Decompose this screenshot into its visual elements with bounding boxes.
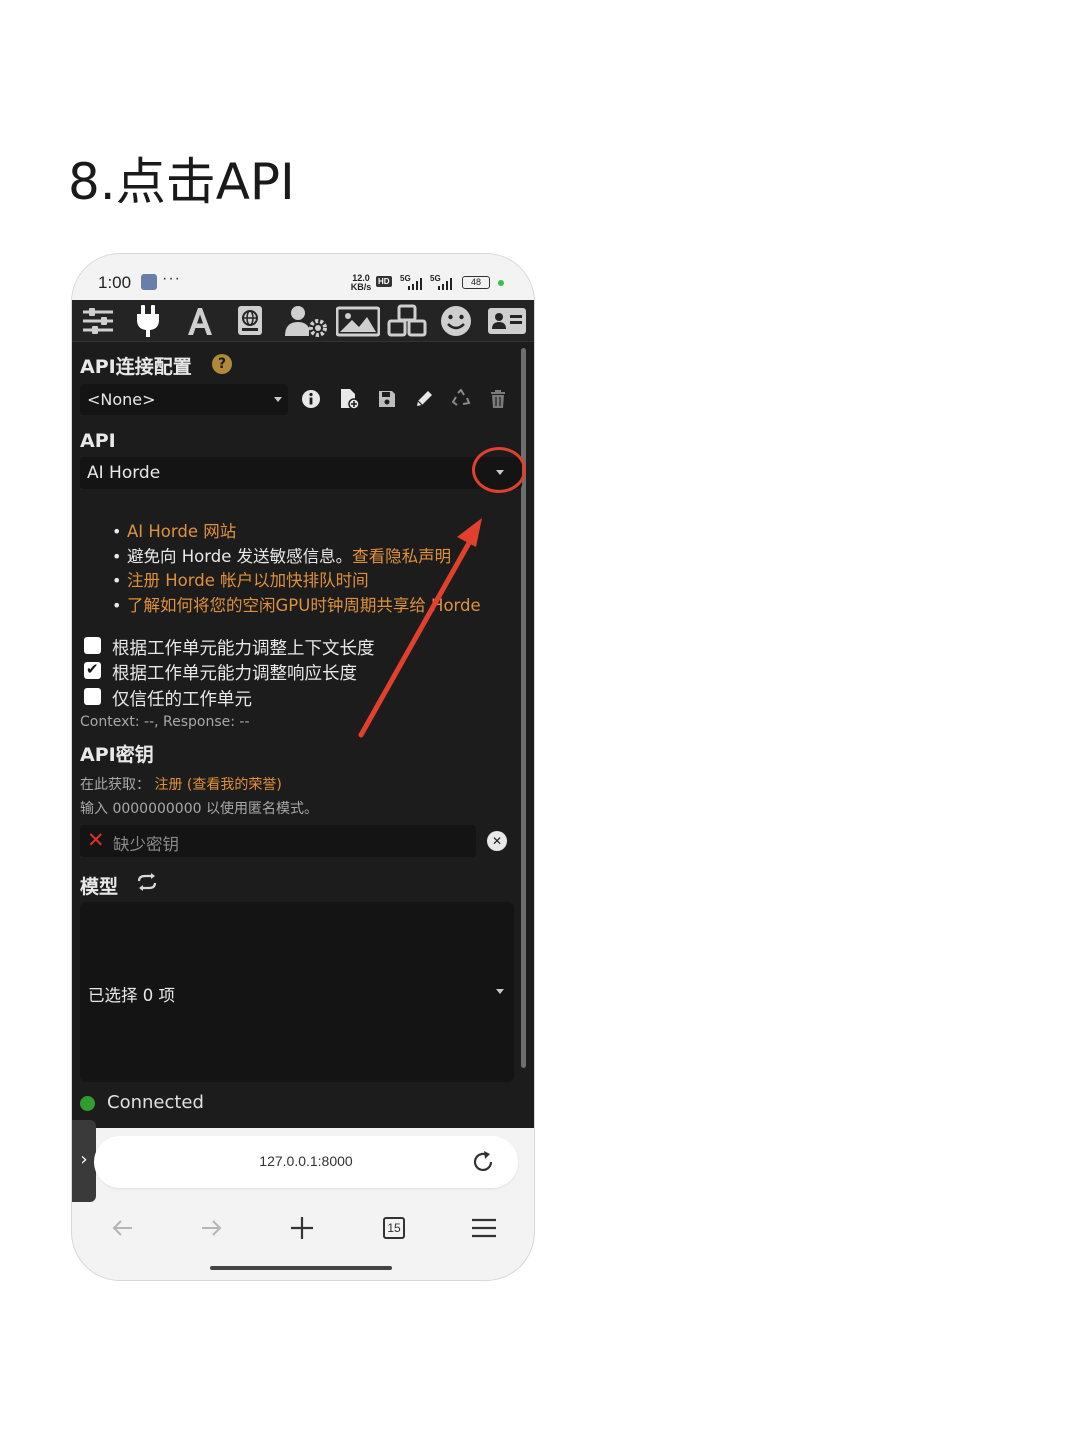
smiley-icon[interactable] — [438, 303, 474, 339]
api-title: API — [80, 430, 116, 452]
user-gear-icon[interactable] — [284, 303, 328, 339]
list-item: 避免向 Horde 发送敏感信息。查看隐私声明 — [112, 545, 481, 570]
privacy-warning: 避免向 Horde 发送敏感信息。 — [127, 546, 353, 566]
status-dot — [80, 1096, 95, 1111]
file-plus-icon — [341, 389, 360, 410]
api-select-value: AI Horde — [87, 463, 161, 483]
api-key-placeholder: 缺少密钥 — [113, 835, 179, 854]
api-profile-value: <None> — [87, 390, 156, 409]
floppy-icon — [379, 391, 395, 407]
url-text: 127.0.0.1:8000 — [259, 1153, 353, 1169]
phone-screenshot: 1:00 ··· 12.0 KB/s HD 5G 5G 48 API连接配置 ?… — [72, 254, 534, 1280]
obtain-key-line: 在此获取： 注册 (查看我的荣誉) — [80, 777, 282, 793]
checkbox-box[interactable] — [84, 688, 101, 705]
anonymous-hint: 输入 0000000000 以使用匿名模式。 — [80, 801, 318, 817]
more-notifications-icon: ··· — [162, 270, 181, 287]
book-globe-icon[interactable] — [232, 303, 268, 339]
register-account-link[interactable]: 注册 Horde 帐户以加快排队时间 — [127, 571, 369, 590]
tab-count: 15 — [383, 1217, 405, 1239]
hd-badge: HD — [376, 276, 392, 287]
signal-icon-2 — [438, 278, 454, 290]
models-title: 模型 — [80, 876, 119, 898]
register-link[interactable]: 注册 — [154, 777, 182, 793]
privacy-dot — [498, 280, 504, 286]
status-time: 1:00 — [98, 273, 132, 292]
new-tab-plus-icon[interactable] — [284, 1210, 320, 1246]
checkbox-label: 仅信任的工作单元 — [112, 690, 252, 710]
cubes-icon[interactable] — [386, 303, 428, 339]
share-gpu-link[interactable]: 了解如何将您的空闲GPU时钟周期共享给 Horde — [127, 596, 481, 615]
forward-arrow-icon[interactable] — [194, 1210, 230, 1246]
save-button[interactable] — [372, 384, 402, 414]
status-bar: 1:00 ··· 12.0 KB/s HD 5G 5G 48 — [72, 254, 534, 300]
help-icon[interactable]: ? — [212, 354, 232, 374]
trash-icon — [491, 390, 505, 408]
id-card-icon[interactable] — [486, 303, 528, 339]
refresh-icon — [137, 873, 157, 891]
new-file-button[interactable] — [334, 384, 364, 414]
tabs-button[interactable]: 15 — [376, 1210, 412, 1246]
signal-icon — [408, 278, 424, 290]
list-item: AI Horde 网站 — [112, 520, 481, 545]
checkbox-box-checked[interactable] — [84, 660, 101, 679]
browser-navbar: 15 — [72, 1206, 534, 1250]
clear-key-button[interactable]: ✕ — [487, 831, 507, 851]
privacy-policy-link[interactable]: 查看隐私声明 — [352, 547, 451, 566]
top-toolbar — [72, 300, 534, 342]
models-selected-count: 已选择 0 项 — [88, 986, 175, 1005]
connection-status-text: Connected — [107, 1092, 204, 1113]
checkbox-label: 根据工作单元能力调整响应长度 — [112, 664, 357, 684]
list-item: 了解如何将您的空闲GPU时钟周期共享给 Horde — [112, 594, 481, 619]
list-item: 注册 Horde 帐户以加快排队时间 — [112, 569, 481, 594]
chevron-down-icon — [274, 397, 282, 402]
api-select[interactable]: AI Horde — [80, 457, 522, 489]
api-key-title: API密钥 — [80, 744, 154, 766]
info-button[interactable] — [296, 384, 326, 414]
scrollbar[interactable] — [521, 348, 526, 1068]
chevron-down-icon — [496, 989, 504, 994]
view-kudos-link[interactable]: (查看我的荣誉) — [187, 777, 282, 793]
reload-icon[interactable] — [470, 1149, 496, 1175]
notification-icon — [141, 274, 157, 290]
page-heading: 8.点击API — [68, 153, 295, 211]
annotation-circle — [472, 447, 526, 493]
recycle-button[interactable] — [446, 384, 476, 414]
horde-website-link[interactable]: AI Horde 网站 — [127, 522, 236, 541]
checkbox-label: 根据工作单元能力调整上下文长度 — [112, 639, 375, 659]
api-key-input[interactable]: ✕ 缺少密钥 — [80, 825, 476, 857]
battery-icon: 48 — [462, 276, 490, 289]
app-panel: API连接配置 ? <None> API AI Horde • AI Horde… — [72, 300, 534, 1128]
delete-button[interactable] — [483, 384, 513, 414]
checkbox-box[interactable] — [84, 637, 101, 654]
image-icon[interactable] — [336, 303, 380, 339]
font-icon[interactable] — [182, 303, 218, 339]
side-panel-toggle[interactable]: › — [72, 1120, 96, 1202]
plug-icon[interactable] — [130, 303, 166, 339]
menu-icon[interactable] — [466, 1210, 502, 1246]
pencil-icon — [417, 391, 432, 406]
recycle-icon — [451, 389, 471, 406]
horde-links: AI Horde 网站 避免向 Horde 发送敏感信息。查看隐私声明 注册 H… — [112, 520, 481, 618]
address-bar[interactable]: 127.0.0.1:8000 — [94, 1136, 518, 1188]
info-icon — [302, 390, 320, 408]
back-arrow-icon[interactable] — [104, 1210, 140, 1246]
network-speed: 12.0 KB/s — [350, 273, 372, 292]
context-info: Context: --, Response: -- — [80, 714, 250, 730]
home-indicator[interactable] — [210, 1266, 392, 1270]
api-profile-select[interactable]: <None> — [80, 384, 288, 415]
edit-button[interactable] — [409, 384, 439, 414]
x-icon: ✕ — [87, 828, 105, 852]
models-select[interactable]: 已选择 0 项 — [80, 902, 514, 1082]
sliders-icon[interactable] — [80, 303, 116, 339]
api-profile-title: API连接配置 — [80, 356, 192, 378]
refresh-models-button[interactable] — [136, 872, 162, 896]
